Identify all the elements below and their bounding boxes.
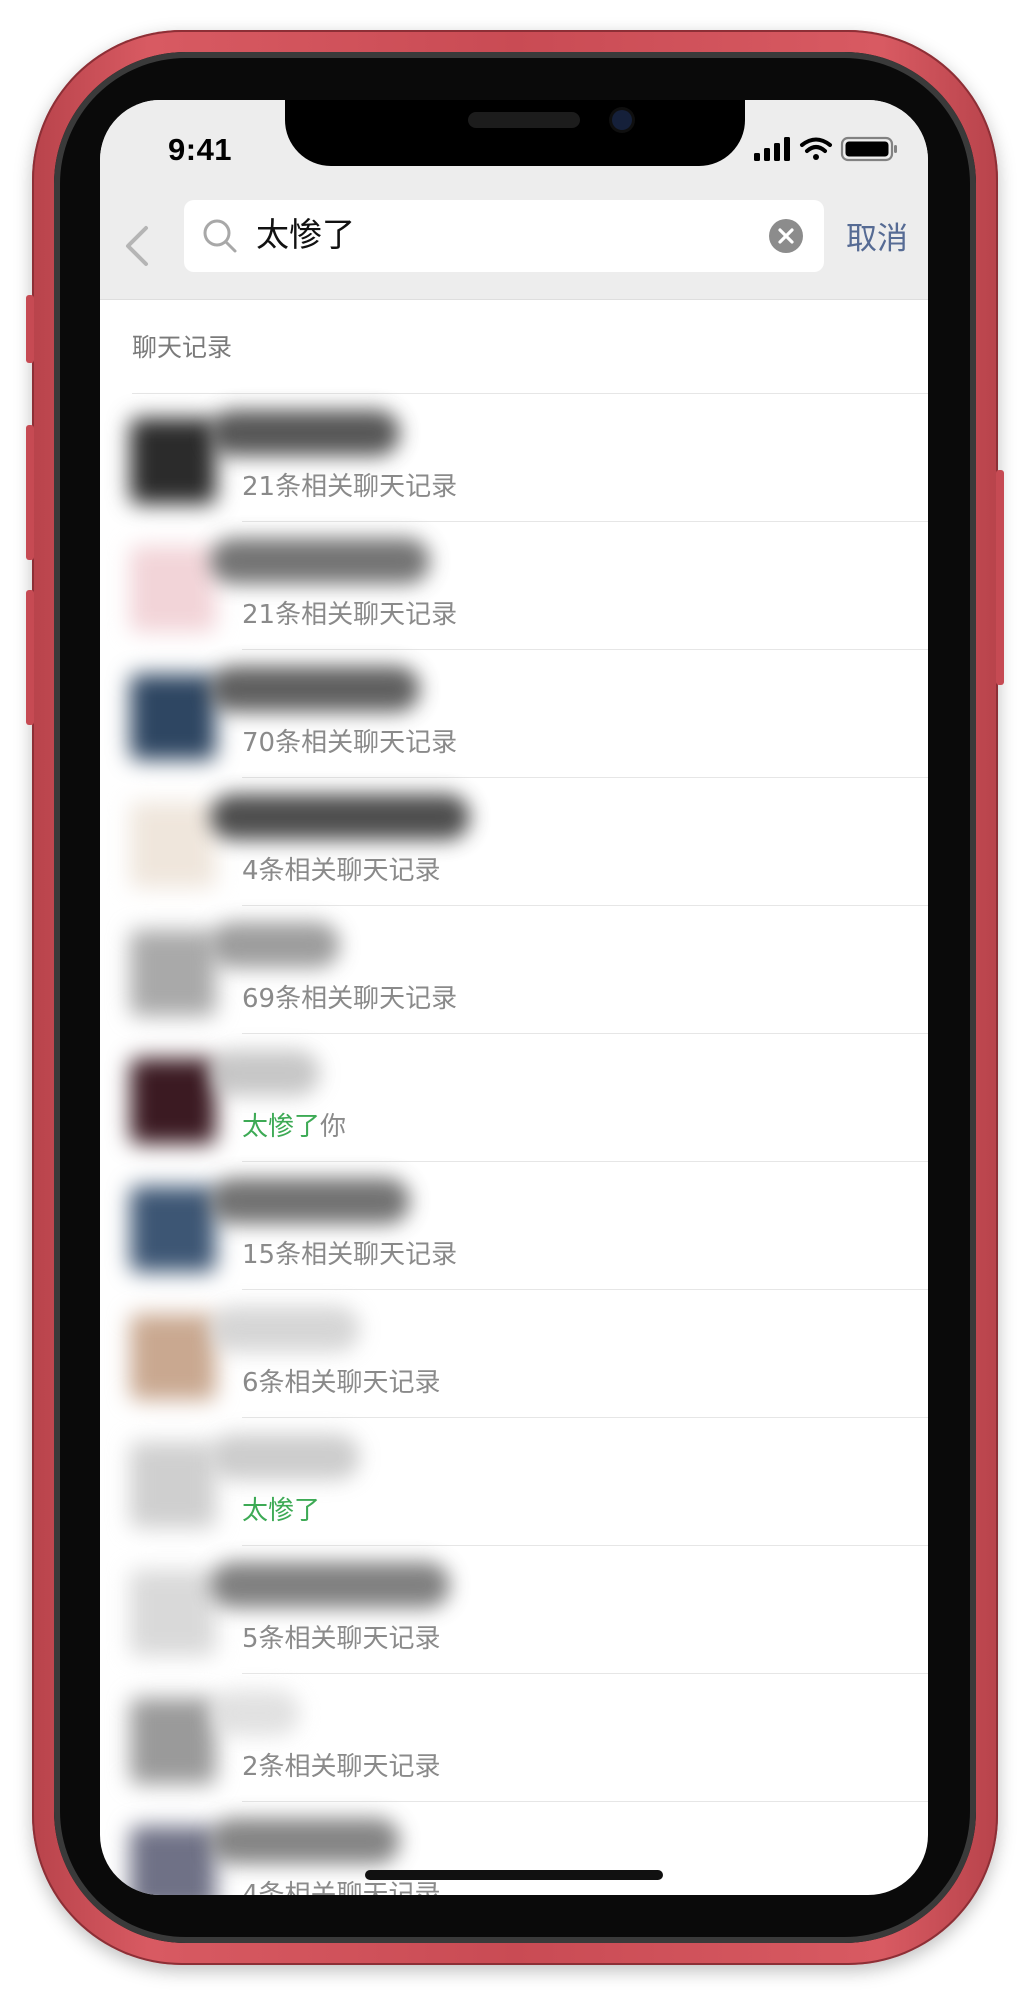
result-subtitle: 21条相关聊天记录 [242,600,458,630]
contact-name-redacted [210,410,400,456]
front-camera [612,110,632,130]
mute-switch [26,295,34,363]
result-subtitle: 4条相关聊天记录 [242,856,441,886]
list-item[interactable]: 太惨了 [100,1418,928,1546]
contact-name-redacted [210,922,340,968]
contact-name-redacted [210,538,430,584]
result-subtitle: 太惨了你 [242,1106,346,1143]
search-icon [203,219,237,253]
result-list: 21条相关聊天记录 21条相关聊天记录 70条相关聊天记录 4条相关聊天记录 69条相关… [100,394,928,1895]
notch [285,100,745,166]
volume-down-button [26,590,34,725]
status-time: 9:41 [168,132,233,167]
contact-name-redacted [210,794,470,840]
contact-name-redacted [210,1306,360,1352]
status-icons [754,136,904,162]
avatar [130,546,216,632]
volume-up-button [26,425,34,560]
list-item[interactable]: 5条相关聊天记录 [100,1546,928,1674]
contact-name-redacted [210,666,420,712]
back-button[interactable] [118,222,154,270]
search-header: 太惨了 取消 [100,192,928,300]
phone-screen: 9:41 太惨了 取消 聊天记录 21条相关聊天记录 21条相关聊天记录 70条… [100,100,928,1895]
wifi-icon [800,137,832,160]
list-item[interactable]: 4条相关聊天记录 [100,1802,928,1895]
contact-name-redacted [210,1434,360,1480]
avatar [130,1058,216,1144]
list-item[interactable]: 2条相关聊天记录 [100,1674,928,1802]
result-subtitle: 70条相关聊天记录 [242,728,458,758]
avatar [130,1826,216,1895]
section-title-chat-history: 聊天记录 [132,333,233,362]
avatar [130,1698,216,1784]
signal-icon [754,137,790,161]
search-input[interactable]: 太惨了 [184,200,824,272]
power-button [996,470,1004,685]
battery-icon [840,136,897,162]
contact-name-redacted [210,1050,320,1096]
list-item[interactable]: 70条相关聊天记录 [100,650,928,778]
list-item[interactable]: 6条相关聊天记录 [100,1290,928,1418]
home-indicator[interactable] [365,1870,663,1880]
contact-name-redacted [210,1178,410,1224]
avatar [130,930,216,1016]
contact-name-redacted [210,1562,450,1608]
clear-icon[interactable] [768,218,804,254]
list-item[interactable]: 21条相关聊天记录 [100,394,928,522]
list-item[interactable]: 4条相关聊天记录 [100,778,928,906]
search-query[interactable]: 太惨了 [256,212,355,258]
status-bar: 9:41 [100,100,928,192]
result-subtitle: 15条相关聊天记录 [242,1240,458,1270]
message-snippet: 你 [320,1112,347,1142]
chevron-left-icon [126,226,148,266]
result-subtitle: 2条相关聊天记录 [242,1752,441,1782]
contact-name-redacted [210,1818,400,1864]
avatar [130,1314,216,1400]
result-subtitle: 69条相关聊天记录 [242,984,458,1014]
avatar [130,802,216,888]
avatar [130,1442,216,1528]
list-item[interactable]: 21条相关聊天记录 [100,522,928,650]
avatar [130,418,216,504]
speaker [468,112,580,128]
cancel-button[interactable]: 取消 [846,218,908,260]
keyword-highlight: 太惨了 [242,1496,321,1526]
result-subtitle: 太惨了 [242,1490,320,1527]
contact-name-redacted [210,1690,300,1736]
result-subtitle: 21条相关聊天记录 [242,472,458,502]
list-item[interactable]: 太惨了你 [100,1034,928,1162]
avatar [130,1570,216,1656]
avatar [130,1186,216,1272]
list-item[interactable]: 69条相关聊天记录 [100,906,928,1034]
result-subtitle: 6条相关聊天记录 [242,1368,441,1398]
result-subtitle: 5条相关聊天记录 [242,1624,441,1654]
list-item[interactable]: 15条相关聊天记录 [100,1162,928,1290]
keyword-highlight: 太惨了 [242,1112,321,1142]
avatar [130,674,216,760]
